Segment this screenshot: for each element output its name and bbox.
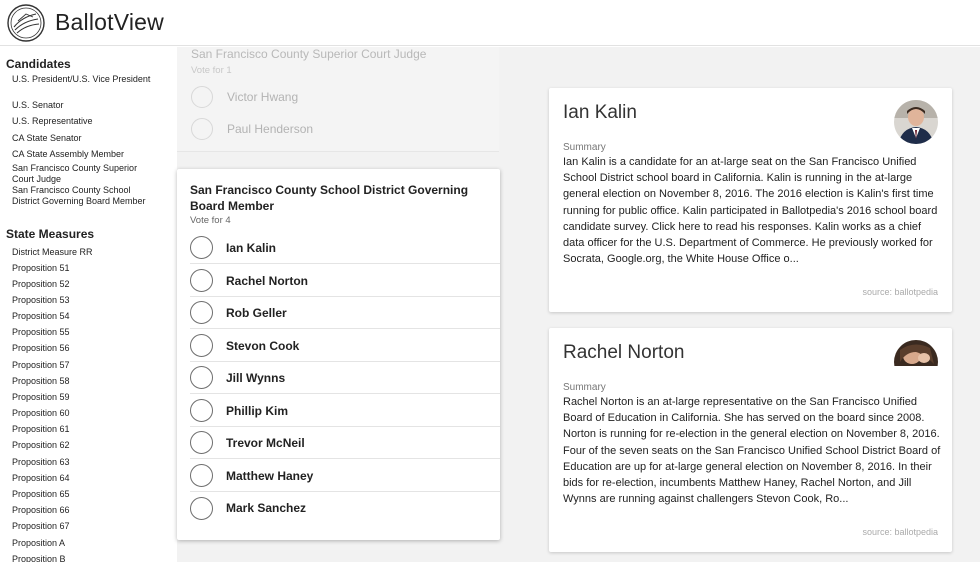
option-stevon-cook[interactable]: Stevon Cook: [190, 330, 500, 362]
option-victor-hwang[interactable]: Victor Hwang: [191, 83, 491, 111]
app-title: BallotView: [55, 9, 164, 35]
option-ian-kalin[interactable]: Ian Kalin: [190, 232, 500, 264]
sidebar-item-prop-a[interactable]: Proposition A: [12, 538, 152, 549]
sidebar-item-prop-54[interactable]: Proposition 54: [12, 311, 152, 322]
sidebar-item-prop-65[interactable]: Proposition 65: [12, 489, 152, 500]
main-content: San Francisco County Superior Court Judg…: [177, 47, 980, 562]
candidate-source: source: ballotpedia: [862, 527, 938, 537]
option-label: Ian Kalin: [226, 240, 277, 255]
sidebar-item-prop-52[interactable]: Proposition 52: [12, 279, 152, 290]
option-jill-wynns[interactable]: Jill Wynns: [190, 362, 500, 394]
sidebar-item-senator[interactable]: U.S. Senator: [12, 100, 152, 111]
candidate-summary: Rachel Norton is an at-large representat…: [563, 396, 941, 506]
sidebar-item-prop-57[interactable]: Proposition 57: [12, 360, 152, 371]
race-title: San Francisco County Superior Court Judg…: [191, 47, 427, 61]
radio-button[interactable]: [190, 269, 213, 292]
option-mark-sanchez[interactable]: Mark Sanchez: [190, 492, 500, 524]
option-label: Stevon Cook: [226, 338, 300, 353]
option-matthew-haney[interactable]: Matthew Haney: [190, 460, 500, 492]
sidebar-item-prop-64[interactable]: Proposition 64: [12, 473, 152, 484]
candidate-source: source: ballotpedia: [862, 287, 938, 297]
app-header: BallotView: [0, 0, 980, 46]
race-title: San Francisco County School District Gov…: [190, 183, 469, 213]
sidebar-item-prop-62[interactable]: Proposition 62: [12, 440, 152, 451]
sidebar-item-state-senator[interactable]: CA State Senator: [12, 133, 152, 144]
race-vote-for: Vote for 1: [191, 65, 232, 76]
sidebar-item-state-assembly[interactable]: CA State Assembly Member: [12, 149, 152, 160]
sidebar-item-measure-rr[interactable]: District Measure RR: [12, 247, 152, 258]
sidebar-item-school-board[interactable]: San Francisco County School District Gov…: [12, 185, 152, 207]
sidebar-item-prop-53[interactable]: Proposition 53: [12, 295, 152, 306]
option-phillip-kim[interactable]: Phillip Kim: [190, 395, 500, 427]
option-label: Mark Sanchez: [226, 501, 307, 515]
race-vote-for: Vote for 4: [190, 215, 231, 226]
radio-button[interactable]: [190, 301, 213, 324]
sidebar-item-prop-59[interactable]: Proposition 59: [12, 392, 152, 403]
radio-button[interactable]: [191, 118, 213, 140]
option-rob-geller[interactable]: Rob Geller: [190, 297, 500, 329]
option-label: Trevor McNeil: [226, 435, 305, 450]
ballotview-logo-icon[interactable]: [6, 3, 46, 43]
state-measures-section-title: State Measures: [6, 227, 95, 241]
candidate-summary: Ian Kalin is a candidate for an at-large…: [563, 156, 938, 266]
option-label: Rob Geller: [226, 305, 287, 320]
sidebar-item-prop-51[interactable]: Proposition 51: [12, 263, 152, 274]
sidebar-item-prop-58[interactable]: Proposition 58: [12, 376, 152, 387]
sidebar-item-prop-60[interactable]: Proposition 60: [12, 408, 152, 419]
candidate-name: Ian Kalin: [563, 102, 637, 123]
summary-label: Summary: [563, 382, 606, 393]
sidebar-item-prop-56[interactable]: Proposition 56: [12, 343, 152, 354]
sidebar-item-superior-court-judge[interactable]: San Francisco County Superior Court Judg…: [12, 163, 152, 185]
candidate-name: Rachel Norton: [563, 342, 685, 363]
radio-button[interactable]: [190, 334, 213, 357]
radio-button[interactable]: [190, 399, 213, 422]
option-label: Paul Henderson: [227, 122, 314, 136]
sidebar-item-president[interactable]: U.S. President/U.S. Vice President: [12, 74, 152, 85]
radio-button[interactable]: [191, 86, 213, 108]
candidate-photo: [894, 340, 938, 384]
option-label: Rachel Norton: [226, 273, 309, 288]
sidebar-item-prop-b[interactable]: Proposition B: [12, 554, 152, 562]
sidebar-item-prop-63[interactable]: Proposition 63: [12, 457, 152, 468]
radio-button[interactable]: [190, 236, 213, 259]
option-paul-henderson[interactable]: Paul Henderson: [191, 115, 491, 143]
sidebar-item-prop-55[interactable]: Proposition 55: [12, 327, 152, 338]
radio-button[interactable]: [190, 431, 213, 454]
summary-label: Summary: [563, 142, 606, 153]
candidate-card-ian-kalin[interactable]: Ian Kalin Summary Ian Kalin is a candida…: [549, 88, 952, 312]
radio-button[interactable]: [190, 496, 213, 520]
candidates-section-title: Candidates: [6, 57, 71, 71]
race-school-board: San Francisco County School District Gov…: [177, 169, 500, 540]
race-superior-court-judge: San Francisco County Superior Court Judg…: [177, 47, 499, 152]
option-rachel-norton[interactable]: Rachel Norton: [190, 265, 500, 297]
option-label: Phillip Kim: [226, 403, 289, 418]
option-label: Victor Hwang: [227, 90, 299, 104]
sidebar-item-representative[interactable]: U.S. Representative: [12, 116, 152, 127]
radio-button[interactable]: [190, 366, 213, 389]
sidebar-item-prop-66[interactable]: Proposition 66: [12, 505, 152, 516]
radio-button[interactable]: [190, 464, 213, 487]
sidebar-item-prop-67[interactable]: Proposition 67: [12, 521, 152, 532]
option-label: Jill Wynns: [226, 370, 286, 385]
candidate-photo: [894, 100, 938, 144]
candidate-card-rachel-norton[interactable]: Rachel Norton Summary Rachel Norton is a…: [549, 328, 952, 552]
option-label: Matthew Haney: [226, 468, 314, 483]
sidebar: Candidates U.S. President/U.S. Vice Pres…: [0, 47, 176, 562]
option-trevor-mcneil[interactable]: Trevor McNeil: [190, 427, 500, 459]
sidebar-item-prop-61[interactable]: Proposition 61: [12, 424, 152, 435]
